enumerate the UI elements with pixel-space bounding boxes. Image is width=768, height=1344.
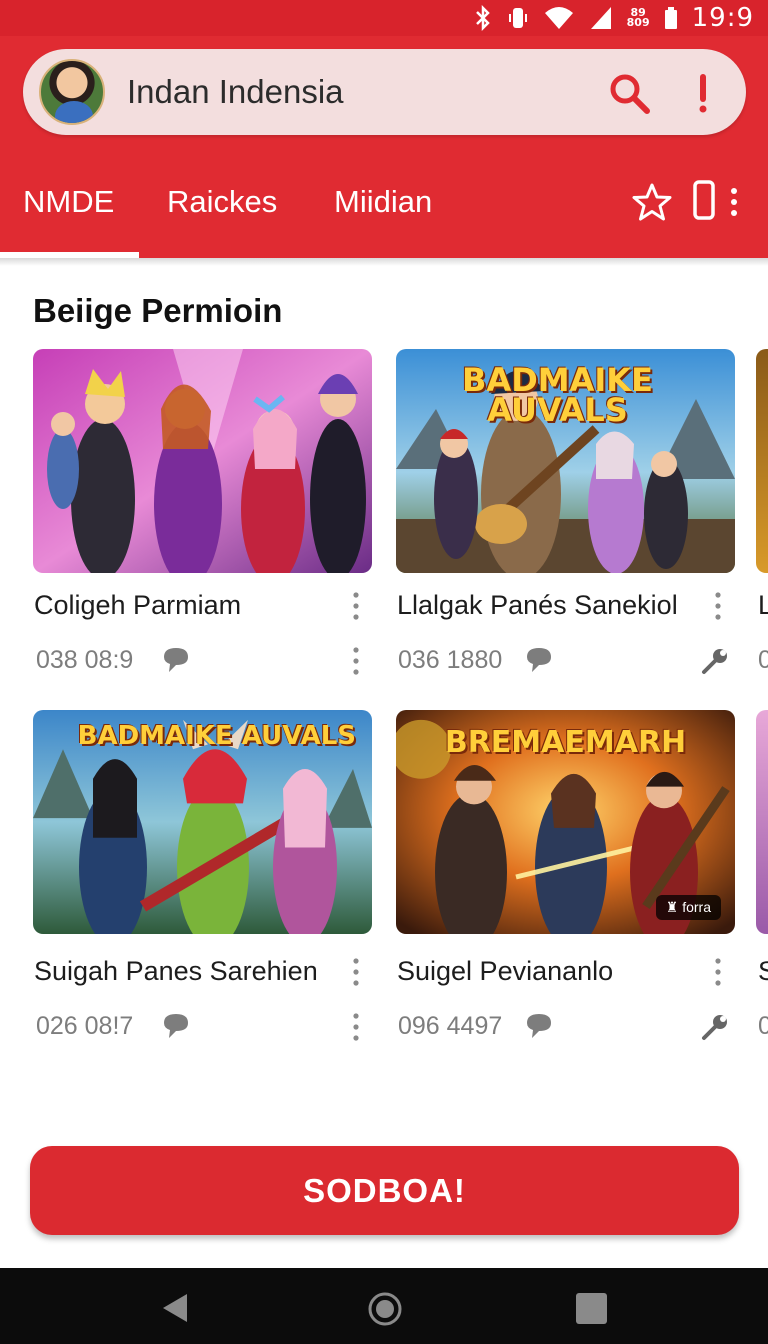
card-thumbnail-peek-2[interactable] — [756, 710, 768, 934]
wifi-icon — [544, 7, 573, 29]
card-meta-2: 036 1880 — [398, 646, 503, 674]
card-thumbnail-peek[interactable] — [756, 349, 768, 573]
chat-bubble-icon — [164, 1014, 188, 1038]
chat-bubble-icon — [527, 1014, 551, 1038]
tab-raickes[interactable]: Raickes — [167, 184, 277, 220]
card-meta-peek-2: 0 — [758, 1012, 768, 1040]
battery-icon — [664, 7, 677, 29]
search-bar[interactable]: Indan Indensia — [23, 49, 746, 135]
card-badge-4: ♜ forra — [655, 895, 721, 920]
bluetooth-icon — [475, 5, 490, 31]
network-type: 89 809 — [626, 6, 650, 29]
search-bar-title: Indan Indensia — [127, 73, 344, 110]
more-vert-icon[interactable] — [352, 591, 360, 621]
status-time: 19:9 — [691, 3, 754, 33]
card-logo-3: BADMAIKE AUVALS — [77, 721, 356, 751]
avatar[interactable] — [39, 59, 105, 125]
card-thumbnail-1[interactable] — [33, 349, 372, 573]
search-icon[interactable] — [607, 71, 651, 115]
more-vert-icon[interactable] — [714, 957, 722, 987]
star-icon[interactable] — [632, 182, 672, 222]
card-thumbnail-2[interactable]: BADMAIKE AUVALS — [396, 349, 735, 573]
chat-bubble-icon — [164, 648, 188, 672]
wrench-icon[interactable] — [700, 646, 730, 676]
status-bar: 89 809 19:9 — [0, 0, 768, 36]
more-vert-icon[interactable] — [352, 1012, 360, 1042]
header-shadow — [0, 258, 768, 266]
more-vert-icon[interactable] — [352, 957, 360, 987]
card-title-peek[interactable]: L — [758, 590, 768, 621]
card-title-4[interactable]: Suigel Peviananlo — [397, 956, 613, 987]
signal-icon — [590, 7, 611, 29]
more-vert-icon[interactable] — [352, 646, 360, 676]
home-icon[interactable] — [367, 1291, 403, 1327]
card-title-1[interactable]: Coligeh Parmiam — [34, 590, 241, 621]
card-logo-4: BREMAEMARH — [444, 725, 687, 760]
vibrate-icon — [508, 8, 527, 28]
card-thumbnail-3[interactable]: BADMAIKE AUVALS — [33, 710, 372, 934]
card-thumbnail-4[interactable]: BREMAEMARH ♜ forra — [396, 710, 735, 934]
tab-nmde[interactable]: NMDE — [23, 184, 114, 220]
tab-bar: NMDE Raickes Miidian — [0, 166, 768, 258]
card-logo-2: BADMAIKE AUVALS — [462, 361, 653, 429]
card-meta-3: 026 08!7 — [36, 1012, 134, 1040]
system-nav-bar — [0, 1268, 768, 1344]
card-title-2[interactable]: Llalgak Panés Sanekiol — [397, 590, 678, 621]
wrench-icon[interactable] — [700, 1012, 730, 1042]
primary-action-button[interactable]: SODBOA! — [30, 1146, 739, 1235]
card-title-3[interactable]: Suigah Panes Sarehien — [34, 956, 318, 987]
section-title: Beiige Permioin — [33, 292, 283, 329]
chat-bubble-icon — [527, 648, 551, 672]
card-title-peek-2[interactable]: S — [758, 956, 768, 987]
device-icon[interactable] — [692, 180, 716, 220]
app-header: Indan Indensia NMDE Raickes Miidian — [0, 36, 768, 258]
card-meta-peek: 0 — [758, 646, 768, 674]
card-meta-4: 096 4497 — [398, 1012, 503, 1040]
recents-icon[interactable] — [576, 1293, 607, 1324]
card-meta-1: 038 08:9 — [36, 646, 134, 674]
alert-icon[interactable] — [691, 71, 715, 115]
more-vert-icon[interactable] — [728, 186, 740, 218]
tab-miidian[interactable]: Miidian — [334, 184, 432, 220]
back-icon[interactable] — [160, 1292, 190, 1324]
more-vert-icon[interactable] — [714, 591, 722, 621]
